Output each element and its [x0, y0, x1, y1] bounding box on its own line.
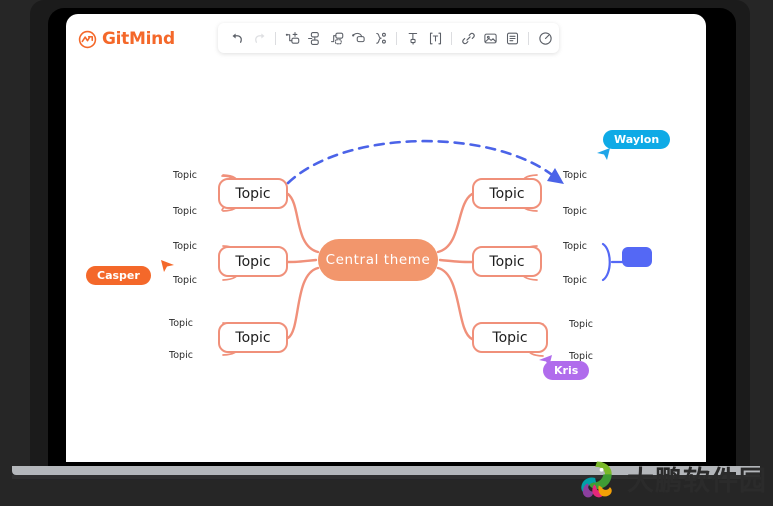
text-format-icon[interactable] [425, 28, 445, 48]
style-brush-icon[interactable] [403, 28, 423, 48]
topic-node-label: Topic [235, 253, 271, 270]
link-icon[interactable] [458, 28, 478, 48]
topic-node-label: Topic [489, 253, 525, 270]
topic-node-right-mid[interactable]: Topic [472, 246, 542, 277]
leaf-node-label: Topic [173, 205, 197, 217]
collaborator-cursor-casper: Casper [86, 260, 174, 285]
cursor-arrow-icon [539, 355, 552, 367]
cursor-arrow-icon [161, 260, 174, 272]
redo-icon[interactable] [249, 28, 269, 48]
toolbar-separator [275, 31, 276, 45]
watermark-bird-icon [581, 461, 612, 498]
leaf-node-label: Topic [169, 349, 193, 361]
note-icon[interactable] [502, 28, 522, 48]
topic-node-label: Topic [235, 329, 271, 346]
leaf-node-left-bottom-2[interactable]: Topic [158, 348, 204, 362]
leaf-node-label: Topic [169, 317, 193, 329]
topic-node-label: Topic [489, 185, 525, 202]
add-child-node-icon[interactable] [304, 28, 324, 48]
toolbar-separator [528, 31, 529, 45]
app-header: GitMind [66, 14, 706, 66]
leaf-node-label: Topic [569, 350, 593, 362]
leaf-node-left-bottom-1[interactable]: Topic [158, 316, 204, 330]
leaf-node-left-top-2[interactable]: Topic [162, 204, 208, 218]
topic-node-left-bottom[interactable]: Topic [218, 322, 288, 353]
collaborator-cursor-kris: Kris [539, 355, 590, 380]
leaf-node-label: Topic [563, 274, 587, 286]
app-window: GitMind Central theme Topic Topic Topic … [66, 14, 706, 462]
leaf-node-right-mid-2[interactable]: Topic [552, 273, 598, 287]
leaf-node-label: Topic [173, 169, 197, 181]
central-node-label: Central theme [325, 252, 431, 268]
add-relation-icon[interactable] [348, 28, 368, 48]
toolbar-separator [396, 31, 397, 45]
collapsed-node-chip[interactable] [622, 247, 652, 267]
brand-name: GitMind [102, 29, 175, 49]
cursor-arrow-icon [597, 148, 610, 160]
add-summary-icon[interactable] [370, 28, 390, 48]
editor-toolbar [218, 23, 559, 53]
leaf-node-label: Topic [563, 240, 587, 252]
collaborator-cursor-waylon: Waylon [597, 130, 671, 160]
watermark: 大鹏软件园 [575, 456, 767, 500]
gitmind-logo-icon [78, 30, 97, 48]
topic-node-label: Topic [235, 185, 271, 202]
add-sibling-node-icon[interactable] [282, 28, 302, 48]
topic-node-right-top[interactable]: Topic [472, 178, 542, 209]
leaf-node-label: Topic [563, 205, 587, 217]
mindmap-canvas[interactable]: Central theme Topic Topic Topic Topic To… [66, 66, 706, 462]
add-parent-node-icon[interactable] [326, 28, 346, 48]
image-icon[interactable] [480, 28, 500, 48]
leaf-node-right-top-2[interactable]: Topic [552, 204, 598, 218]
topic-node-label: Topic [492, 329, 528, 346]
leaf-node-label: Topic [173, 240, 197, 252]
leaf-node-right-bottom-1[interactable]: Topic [558, 317, 604, 331]
undo-icon[interactable] [227, 28, 247, 48]
leaf-node-label: Topic [563, 169, 587, 181]
history-icon[interactable] [535, 28, 555, 48]
central-node[interactable]: Central theme [318, 239, 438, 281]
brand-logo[interactable]: GitMind [78, 29, 175, 49]
leaf-node-label: Topic [173, 274, 197, 286]
topic-node-right-bottom[interactable]: Topic [472, 322, 548, 353]
topic-node-left-top[interactable]: Topic [218, 178, 288, 209]
topic-node-left-mid[interactable]: Topic [218, 246, 288, 277]
leaf-node-left-mid-1[interactable]: Topic [162, 239, 208, 253]
toolbar-separator [451, 31, 452, 45]
leaf-node-right-top-1[interactable]: Topic [552, 168, 598, 182]
watermark-text: 大鹏软件园 [627, 465, 767, 497]
leaf-node-left-top-1[interactable]: Topic [162, 168, 208, 182]
leaf-node-right-mid-1[interactable]: Topic [552, 239, 598, 253]
collaborator-name-waylon: Waylon [603, 130, 671, 149]
collaborator-name-casper: Casper [86, 266, 151, 285]
leaf-node-label: Topic [569, 318, 593, 330]
